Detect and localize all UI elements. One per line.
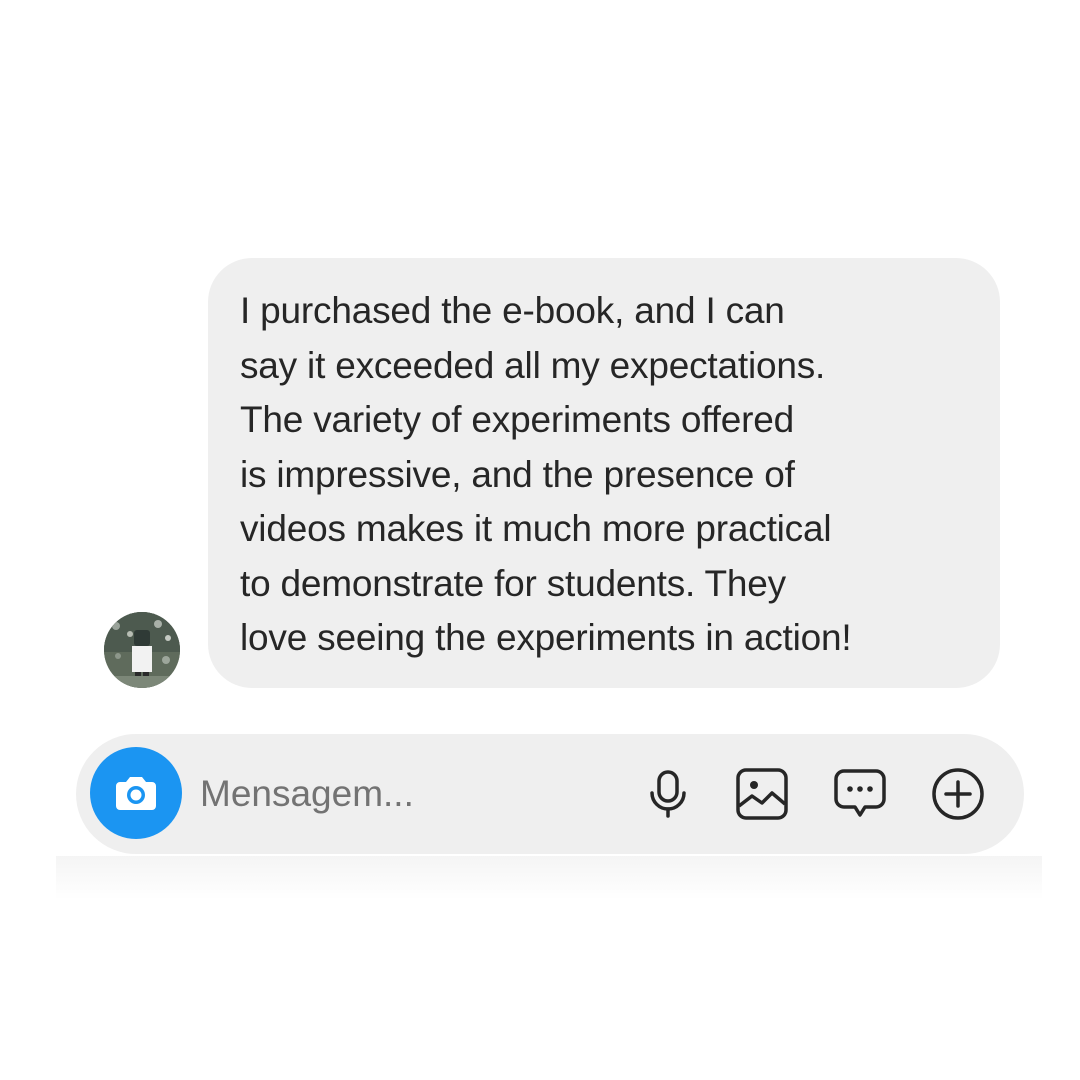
message-input[interactable]: [200, 764, 620, 824]
gallery-icon: [736, 768, 788, 820]
avatar-photo: [104, 612, 180, 688]
message-text: I purchased the e-book, and I can say it…: [240, 290, 852, 658]
composer-shadow: [56, 856, 1042, 900]
message-composer: [76, 734, 1024, 854]
gallery-button[interactable]: [732, 764, 792, 824]
add-button[interactable]: [928, 764, 988, 824]
microphone-button[interactable]: [638, 764, 698, 824]
message-bubble[interactable]: I purchased the e-book, and I can say it…: [208, 258, 1000, 688]
microphone-icon: [650, 770, 686, 818]
sticker-button[interactable]: [830, 764, 890, 824]
camera-icon: [116, 777, 156, 810]
add-circle-icon: [932, 768, 984, 820]
camera-button[interactable]: [90, 747, 182, 839]
chat-bubble-icon: [834, 769, 886, 817]
sender-avatar[interactable]: [104, 612, 180, 688]
